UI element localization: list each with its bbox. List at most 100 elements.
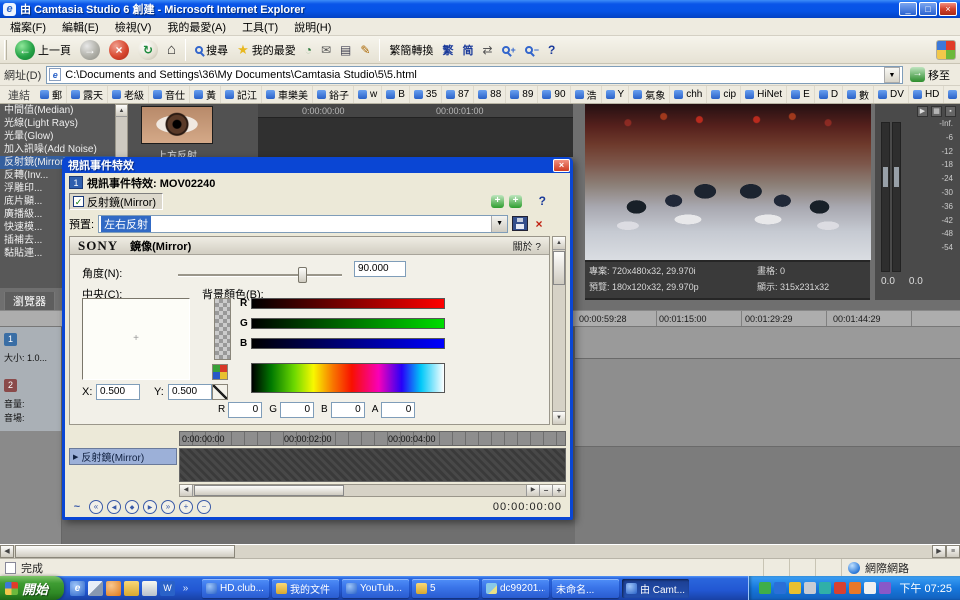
taskbar-task-button[interactable]: HD.club... [202, 579, 269, 598]
help-button[interactable]: ? [545, 42, 558, 58]
back-button[interactable]: 上一頁 [12, 39, 74, 61]
link-item[interactable]: w [354, 86, 382, 103]
scroll-right-icon[interactable]: ▶ [932, 545, 946, 558]
taskbar-task-button[interactable]: 未命名... [552, 579, 619, 598]
scrollbar-thumb[interactable] [553, 251, 565, 285]
track-2-volume-label[interactable]: 音量: [4, 397, 60, 410]
link-item[interactable]: E [787, 86, 815, 103]
keyframe-scrollbar[interactable]: ◀ ▶ − + [179, 484, 566, 497]
plugin-panel-scrollbar[interactable]: ▲ ▼ [552, 236, 566, 425]
scroll-left-icon[interactable]: ◀ [0, 545, 14, 558]
link-item[interactable]: 88 [474, 86, 506, 103]
meter-pin-icon[interactable]: ▪ [945, 106, 956, 117]
link-item[interactable]: D [815, 86, 843, 103]
mail-icon[interactable] [142, 581, 157, 596]
dialog-titlebar[interactable]: 視訊事件特效 × [65, 157, 570, 173]
stop-button[interactable] [106, 39, 132, 61]
link-item[interactable]: 35 [410, 86, 442, 103]
history-button[interactable] [302, 42, 315, 58]
scroll-down-icon[interactable]: ▼ [553, 411, 565, 424]
timeline-track-area[interactable] [575, 327, 960, 544]
link-item[interactable]: 87 [442, 86, 474, 103]
minimize-button[interactable]: _ [899, 2, 917, 16]
maximize-button[interactable]: □ [919, 2, 937, 16]
link-item[interactable]: cip [707, 86, 741, 103]
kf-remove-button[interactable] [197, 500, 211, 514]
taskbar-task-button[interactable]: 由 Camt... [622, 579, 689, 598]
track-1-size-label[interactable]: 大小: 1.0... [4, 351, 60, 364]
taskbar-task-button[interactable]: 5 [412, 579, 479, 598]
mirror-plugin-toggle[interactable]: 反射鏡(Mirror) [69, 193, 163, 210]
rgba-field-input[interactable]: 0 [381, 402, 415, 418]
display-icon[interactable] [819, 582, 831, 594]
zoom-in-button[interactable]: + [552, 485, 565, 496]
menu-item[interactable]: 說明(H) [286, 17, 339, 37]
scroll-up-icon[interactable]: ▲ [553, 237, 565, 250]
link-item[interactable]: 露天 [67, 86, 108, 103]
video-preview-frame[interactable] [585, 104, 871, 260]
link-item[interactable]: 數 [843, 86, 874, 103]
safety-icon[interactable] [879, 582, 891, 594]
network-icon[interactable] [834, 582, 846, 594]
antivirus-icon[interactable] [759, 582, 771, 594]
dialog-help-button[interactable]: ? [539, 194, 546, 208]
to-traditional-button[interactable]: 繁 [439, 41, 456, 59]
link-item[interactable]: 郵 [36, 86, 67, 103]
kf-next-button[interactable] [143, 500, 157, 514]
blue-channel-slider[interactable] [251, 338, 445, 349]
link-item[interactable]: 車樂美 [262, 86, 313, 103]
ime-icon[interactable] [774, 582, 786, 594]
kf-add-button[interactable] [179, 500, 193, 514]
effect-list-item[interactable]: 中間值(Median) [0, 104, 115, 117]
preset-dropdown-icon[interactable]: ▼ [491, 216, 507, 232]
trimmer-ruler[interactable]: 0:00:00:0000:00:01:00 [258, 104, 573, 118]
scrollbar-thumb[interactable] [194, 485, 344, 496]
zoom-in-button[interactable]: + [499, 44, 519, 56]
link-item[interactable]: 氣象 [629, 86, 670, 103]
to-simplified-button[interactable]: 简 [459, 41, 476, 59]
kf-first-button[interactable] [89, 500, 103, 514]
address-input[interactable]: e C:\Documents and Settings\36\My Docume… [46, 66, 903, 84]
link-item[interactable]: Y [602, 86, 630, 103]
link-item[interactable]: 記江 [221, 86, 262, 103]
save-preset-icon[interactable] [512, 216, 528, 231]
scroll-up-icon[interactable]: ▲ [116, 105, 127, 117]
y-value-input[interactable]: 0.500 [168, 384, 212, 400]
angle-slider-handle[interactable] [298, 267, 307, 283]
add-plugin-button[interactable] [491, 195, 504, 208]
translate-button[interactable] [479, 42, 495, 58]
search-button[interactable]: 搜尋 [192, 41, 231, 59]
palette-picker-icon[interactable] [212, 364, 228, 380]
zoom-out-button[interactable]: − [539, 485, 552, 496]
taskbar-task-button[interactable]: YouTub... [342, 579, 409, 598]
link-item[interactable]: HiNet [741, 86, 787, 103]
curve-tool-icon[interactable]: ~ [69, 501, 85, 513]
show-desktop-icon[interactable] [88, 581, 103, 596]
clipboard-icon[interactable] [864, 582, 876, 594]
effect-list-item[interactable]: 光線(Light Rays) [0, 117, 115, 130]
plugin-chain-index[interactable]: 1 [69, 176, 83, 189]
link-item[interactable]: 89 [506, 86, 538, 103]
effect-list-item[interactable]: 加入訊噪(Add Noise) [0, 143, 115, 156]
messenger-icon[interactable] [849, 582, 861, 594]
toolbar-grip[interactable] [4, 40, 7, 60]
favorites-button[interactable]: 我的最愛 [234, 41, 299, 59]
link-item[interactable]: HD [909, 86, 944, 103]
keyframe-track-label[interactable]: 反射鏡(Mirror) [69, 448, 177, 465]
link-item[interactable]: DV [874, 86, 909, 103]
forward-button[interactable] [77, 39, 103, 61]
zoom-out-button[interactable]: − [522, 44, 542, 56]
link-item[interactable]: 浩 [571, 86, 602, 103]
menu-item[interactable]: 檔案(F) [2, 17, 54, 37]
x-value-input[interactable]: 0.500 [96, 384, 140, 400]
close-button[interactable]: × [939, 2, 957, 16]
track-1-number[interactable]: 1 [4, 333, 17, 346]
menu-item[interactable]: 編輯(E) [54, 17, 107, 37]
kf-last-button[interactable] [161, 500, 175, 514]
rgba-field-input[interactable]: 0 [331, 402, 365, 418]
ie-icon[interactable] [70, 581, 85, 596]
preset-combobox[interactable]: 左右反射 ▼ [98, 215, 508, 233]
delete-preset-icon[interactable]: × [532, 217, 546, 231]
link-item[interactable]: 黃 [190, 86, 221, 103]
preset-thumbnail-eye-image[interactable] [141, 106, 213, 144]
